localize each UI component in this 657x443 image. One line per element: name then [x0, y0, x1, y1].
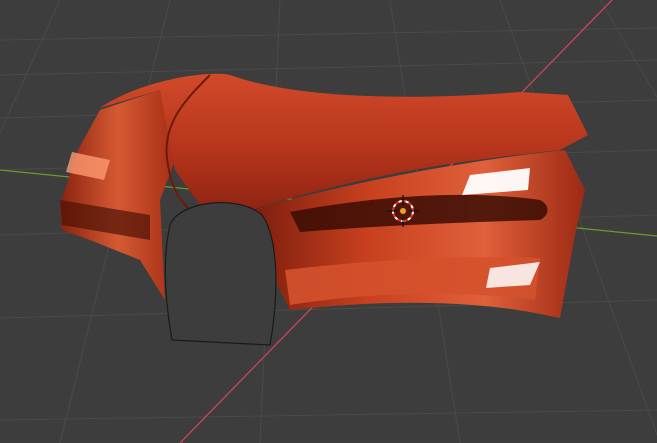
3d-viewport[interactable] [0, 0, 657, 443]
viewport-canvas[interactable] [0, 0, 657, 443]
left-fender [60, 90, 175, 300]
car-front-mesh[interactable] [60, 73, 588, 346]
center-opening [164, 202, 277, 346]
